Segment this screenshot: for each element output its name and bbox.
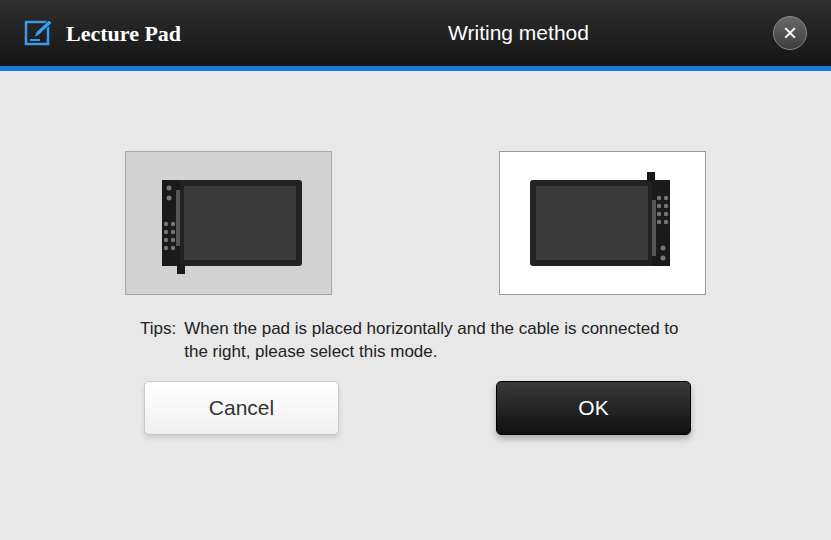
- close-button[interactable]: ×: [773, 16, 807, 50]
- window-title: Writing method: [324, 17, 773, 49]
- button-row: Cancel OK: [0, 363, 831, 435]
- cancel-button[interactable]: Cancel: [144, 381, 339, 435]
- app-name: Lecture Pad: [66, 17, 181, 50]
- logo-icon: [24, 18, 54, 48]
- title-bar: Lecture Pad Writing method×: [0, 0, 831, 71]
- mode-option[interactable]: [499, 151, 706, 295]
- pad-icon: [154, 168, 304, 278]
- tips-label: Tips:: [140, 317, 176, 363]
- mode-options: [0, 71, 831, 295]
- pad-icon: [528, 168, 678, 278]
- mode-option[interactable]: [125, 151, 332, 295]
- dialog-body: Tips:When the pad is placed horizontally…: [0, 71, 831, 435]
- tips: Tips:When the pad is placed horizontally…: [0, 295, 831, 363]
- app-brand: Lecture Pad: [24, 17, 324, 50]
- ok-button[interactable]: OK: [496, 381, 691, 435]
- writing-method-dialog: Lecture Pad Writing method× Tips:When the …: [0, 0, 831, 540]
- tips-text: When the pad is placed horizontally and …: [184, 317, 704, 363]
